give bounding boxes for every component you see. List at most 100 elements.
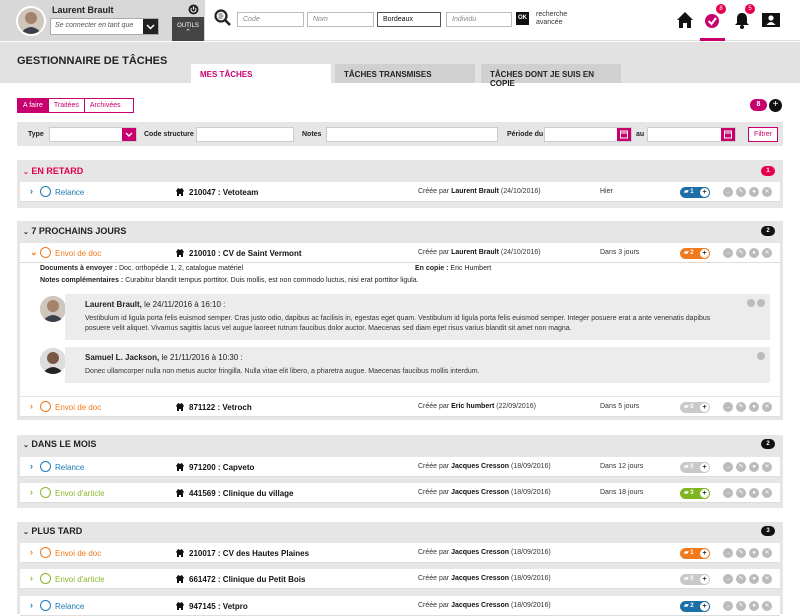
comments-pill[interactable]: ▰ 2 + [680,248,710,259]
task-row[interactable]: › Envoi d'article 661472 : Clinique du P… [20,569,780,589]
edit-icon[interactable]: ✎ [736,402,746,412]
complete-checkbox[interactable] [40,461,51,472]
archive-icon[interactable]: ● [749,548,759,558]
forward-icon[interactable]: → [723,187,733,197]
task-row[interactable]: › Envoi d'article 441569 : Clinique du v… [20,483,780,503]
impersonate-select[interactable]: Se connecter en tant que [50,18,159,35]
archive-icon[interactable]: ● [749,574,759,584]
plus-icon[interactable]: + [700,249,709,258]
search-icon[interactable] [214,9,232,27]
delete-icon[interactable]: ✕ [762,248,772,258]
tab-my-tasks[interactable]: MES TÂCHES [191,64,331,83]
section-title[interactable]: ⌄ EN RETARD [23,166,83,176]
edit-icon[interactable]: ✎ [736,248,746,258]
delete-icon[interactable]: ✕ [762,601,772,611]
plus-icon[interactable]: + [700,188,709,197]
chevron-right-icon[interactable]: › [30,573,33,583]
delete-icon[interactable]: ✕ [762,574,772,584]
chevron-right-icon[interactable]: › [30,600,33,610]
edit-comment-icon[interactable] [747,299,755,307]
tab-todo[interactable]: A faire [18,99,49,112]
advanced-search-link[interactable]: recherche avancée [536,11,576,27]
delete-icon[interactable]: ✕ [762,548,772,558]
archive-icon[interactable]: ● [749,488,759,498]
task-row[interactable]: › Relance 210047 : Vetoteam Créée par La… [20,182,780,202]
chevron-right-icon[interactable]: › [30,461,33,471]
edit-icon[interactable]: ✎ [736,601,746,611]
delete-comment-icon[interactable] [757,299,765,307]
task-reference[interactable]: 661472 : Clinique du Petit Bois [189,575,305,584]
archive-icon[interactable]: ● [749,248,759,258]
plus-icon[interactable]: + [700,602,709,611]
edit-icon[interactable]: ✎ [736,548,746,558]
tab-transmitted-tasks[interactable]: TÂCHES TRANSMISES [335,64,475,83]
section-title[interactable]: ⌄ PLUS TARD [23,526,82,536]
chevron-right-icon[interactable]: › [30,401,33,411]
chevron-right-icon[interactable]: › [30,487,33,497]
complete-checkbox[interactable] [40,487,51,498]
chevron-down-icon[interactable] [143,19,158,34]
delete-icon[interactable]: ✕ [762,462,772,472]
comments-pill[interactable]: ▰ 1 + [680,187,710,198]
code-structure-input[interactable] [196,127,294,142]
type-select[interactable] [49,127,137,142]
complete-checkbox[interactable] [40,186,51,197]
archive-icon[interactable]: ● [749,402,759,412]
archive-icon[interactable]: ● [749,462,759,472]
name-input[interactable]: Nom [307,12,374,27]
tools-button[interactable]: OUTILS ⌃ [172,17,204,41]
complete-checkbox[interactable] [40,401,51,412]
chevron-down-icon[interactable]: ⌄ [30,247,38,258]
user-avatar[interactable] [16,6,46,36]
task-row[interactable]: › Envoi de doc 210017 : CV des Hautes Pl… [20,543,780,563]
edit-icon[interactable]: ✎ [736,488,746,498]
comments-pill[interactable]: ▰ 2 + [680,601,710,612]
bell-icon[interactable]: 5 [729,4,755,33]
task-reference[interactable]: 871122 : Vetroch [189,403,252,412]
tab-copied-tasks[interactable]: TÂCHES DONT JE SUIS EN COPIE [481,64,621,88]
plus-icon[interactable]: + [700,463,709,472]
add-task-button[interactable]: + [769,99,782,112]
forward-icon[interactable]: → [723,548,733,558]
chevron-right-icon[interactable]: › [30,547,33,557]
forward-icon[interactable]: → [723,574,733,584]
edit-icon[interactable]: ✎ [736,462,746,472]
section-title[interactable]: ⌄ DANS LE MOIS [23,439,96,449]
delete-icon[interactable]: ✕ [762,488,772,498]
task-row[interactable]: › Relance 947145 : Vetpro Créée par Jacq… [20,596,780,616]
edit-icon[interactable]: ✎ [736,187,746,197]
power-icon[interactable] [188,4,199,15]
comments-pill[interactable]: ▰ 1 + [680,548,710,559]
delete-icon[interactable]: ✕ [762,402,772,412]
comments-pill[interactable]: ▰ 0 + [680,402,710,413]
complete-checkbox[interactable] [40,547,51,558]
archive-icon[interactable]: ● [749,187,759,197]
task-reference[interactable]: 210017 : CV des Hautes Plaines [189,549,309,558]
forward-icon[interactable]: → [723,402,733,412]
plus-icon[interactable]: + [700,489,709,498]
forward-icon[interactable]: → [723,601,733,611]
section-title[interactable]: ⌄ 7 PROCHAINS JOURS [23,226,126,236]
comments-pill[interactable]: ▰ 0 + [680,462,710,473]
search-ok-button[interactable]: OK [516,12,529,25]
task-reference[interactable]: 210047 : Vetoteam [189,188,258,197]
task-reference[interactable]: 971200 : Capveto [189,463,254,472]
delete-comment-icon[interactable] [757,352,765,360]
forward-icon[interactable]: → [723,248,733,258]
period-end-input[interactable] [647,127,736,142]
complete-checkbox[interactable] [40,247,51,258]
plus-icon[interactable]: + [700,575,709,584]
notes-input[interactable] [326,127,498,142]
task-row[interactable]: › Envoi de doc 871122 : Vetroch Créée pa… [20,397,780,417]
home-icon[interactable] [672,7,698,33]
complete-checkbox[interactable] [40,600,51,611]
archive-icon[interactable]: ● [749,601,759,611]
comments-pill[interactable]: ▰ 3 + [680,488,710,499]
task-reference[interactable]: 441569 : Clinique du village [189,489,293,498]
plus-icon[interactable]: + [700,549,709,558]
filter-button[interactable]: Filtrer [748,127,778,142]
forward-icon[interactable]: → [723,488,733,498]
plus-icon[interactable]: + [700,403,709,412]
individual-input[interactable]: Individu [446,12,512,27]
tab-done[interactable]: Traitées [49,99,85,112]
